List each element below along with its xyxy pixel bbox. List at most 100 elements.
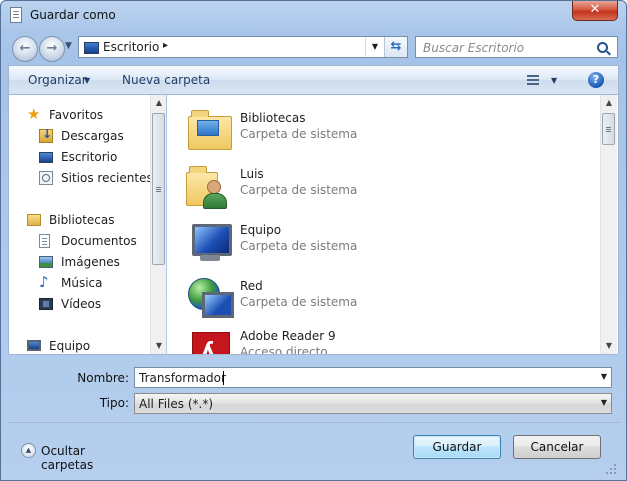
computer-icon — [186, 220, 232, 262]
user-body-icon — [203, 193, 227, 209]
file-type: Carpeta de sistema — [240, 239, 358, 253]
file-type: Carpeta de sistema — [240, 127, 358, 141]
search-box[interactable]: Buscar Escritorio — [415, 36, 618, 58]
nav-item-label: Escritorio — [61, 150, 118, 164]
pdf-glyph-icon: ʎ — [201, 339, 216, 355]
file-list: Bibliotecas Carpeta de sistema Luis Carp… — [167, 95, 619, 355]
scroll-down-icon[interactable]: ▼ — [151, 338, 166, 354]
refresh-button[interactable]: ⇆ — [384, 37, 407, 57]
address-bar[interactable]: Escritorio ▸ ▼ ⇆ — [78, 36, 408, 58]
nav-scrollbar[interactable]: ▲ ▼ — [150, 95, 166, 354]
back-arrow-icon: ← — [19, 41, 31, 56]
nav-item-label: Vídeos — [61, 297, 102, 311]
monitor-icon — [202, 292, 234, 318]
document-icon — [10, 7, 22, 23]
list-item[interactable]: Equipo Carpeta de sistema — [182, 217, 582, 267]
address-dropdown[interactable]: ▼ — [365, 37, 384, 57]
scroll-thumb[interactable] — [152, 113, 165, 265]
back-button[interactable]: ← — [12, 36, 38, 62]
libraries-folder-icon — [186, 108, 232, 150]
star-icon: ★ — [27, 105, 41, 123]
new-folder-button[interactable]: Nueva carpeta — [122, 73, 210, 87]
views-icon[interactable] — [527, 75, 539, 85]
command-bar: Organizar ▼ Nueva carpeta ▼ ? — [8, 65, 619, 95]
file-type: Carpeta de sistema — [240, 183, 358, 197]
window-title: Guardar como — [30, 8, 116, 22]
monitor-icon — [192, 224, 232, 256]
search-input[interactable]: Buscar Escritorio — [423, 41, 524, 55]
address-location[interactable]: Escritorio — [103, 40, 159, 54]
scroll-up-icon[interactable]: ▲ — [601, 95, 617, 111]
resize-grip-icon[interactable] — [606, 464, 618, 476]
adobe-reader-icon: ʎ — [192, 332, 230, 355]
scroll-up-icon[interactable]: ▲ — [151, 95, 166, 111]
forward-arrow-icon: → — [46, 41, 58, 56]
pictures-icon — [39, 256, 53, 268]
computer-icon — [27, 340, 41, 351]
views-dropdown[interactable]: ▼ — [551, 76, 557, 85]
file-name: Luis — [240, 167, 264, 181]
documents-icon — [39, 234, 50, 248]
nav-item-label: Música — [61, 276, 103, 290]
videos-icon — [39, 298, 53, 310]
filetype-select[interactable]: All Files (*.*) ▼ — [134, 393, 612, 414]
recent-locations-dropdown[interactable]: ▼ — [65, 41, 72, 51]
window-icon — [197, 120, 219, 136]
file-name: Red — [240, 279, 263, 293]
help-icon[interactable]: ? — [588, 72, 604, 88]
chevron-up-icon[interactable]: ▲ — [21, 443, 36, 458]
file-list-scrollbar[interactable]: ▲ ▼ — [600, 95, 617, 354]
list-item[interactable]: Red Carpeta de sistema — [182, 273, 582, 323]
user-icon — [207, 180, 221, 194]
list-item[interactable]: ʎ Adobe Reader 9 Acceso directo — [182, 329, 582, 355]
file-name: Bibliotecas — [240, 111, 306, 125]
list-item[interactable]: Bibliotecas Carpeta de sistema — [182, 105, 582, 155]
file-name: Equipo — [240, 223, 282, 237]
recent-places-icon — [39, 171, 53, 185]
nav-libraries-label: Bibliotecas — [49, 213, 115, 227]
nav-item-label: Sitios recientes — [61, 171, 153, 185]
file-type: Acceso directo — [240, 345, 328, 355]
filename-input[interactable]: Transformador — [139, 371, 226, 385]
divider — [9, 422, 620, 423]
close-button[interactable]: ✕ — [572, 1, 618, 21]
chevron-down-icon[interactable]: ▼ — [601, 372, 607, 381]
network-icon — [186, 276, 234, 318]
filename-label: Nombre: — [77, 371, 129, 385]
breadcrumb-separator-icon[interactable]: ▸ — [163, 40, 168, 51]
desktop-icon — [39, 152, 53, 163]
search-icon[interactable] — [597, 42, 608, 53]
nav-favorites-label: Favoritos — [49, 108, 104, 122]
scroll-down-icon[interactable]: ▼ — [601, 338, 617, 354]
hide-folders-toggle[interactable]: ▲ Ocultar carpetas — [19, 442, 139, 472]
save-as-dialog: Guardar como ✕ ← → ▼ Escritorio ▸ ▼ ⇆ Bu… — [0, 0, 627, 481]
hide-folders-label[interactable]: Ocultar carpetas — [41, 444, 139, 472]
libraries-icon — [27, 214, 41, 226]
chevron-down-icon[interactable]: ▼ — [84, 76, 90, 85]
filetype-value: All Files (*.*) — [139, 397, 214, 411]
desktop-icon — [84, 42, 99, 54]
nav-item-label: Imágenes — [61, 255, 120, 269]
music-icon: ♪ — [39, 273, 49, 291]
organize-button[interactable]: Organizar — [28, 73, 87, 87]
file-name: Adobe Reader 9 — [240, 329, 336, 343]
navigation-pane: ★ Favoritos Descargas Escritorio Sitios … — [8, 95, 166, 355]
nav-item-label: Descargas — [61, 129, 124, 143]
filetype-label: Tipo: — [99, 396, 129, 410]
downloads-icon — [39, 127, 53, 143]
nav-computer-label: Equipo — [49, 339, 91, 353]
nav-item-label: Documentos — [61, 234, 137, 248]
file-type: Carpeta de sistema — [240, 295, 358, 309]
user-folder-icon — [186, 164, 232, 209]
chevron-down-icon[interactable]: ▼ — [601, 398, 607, 407]
forward-button[interactable]: → — [39, 36, 65, 62]
save-button[interactable]: Guardar — [413, 435, 501, 459]
scroll-thumb[interactable] — [602, 113, 615, 145]
list-item[interactable]: Luis Carpeta de sistema — [182, 161, 582, 211]
filename-combobox[interactable]: Transformador ▼ — [134, 367, 612, 388]
pdf-shortcut-icon: ʎ — [186, 332, 232, 355]
title-bar[interactable]: Guardar como ✕ — [1, 1, 626, 29]
monitor-stand-icon — [200, 255, 220, 261]
cancel-button[interactable]: Cancelar — [513, 435, 601, 459]
text-caret — [223, 371, 224, 385]
